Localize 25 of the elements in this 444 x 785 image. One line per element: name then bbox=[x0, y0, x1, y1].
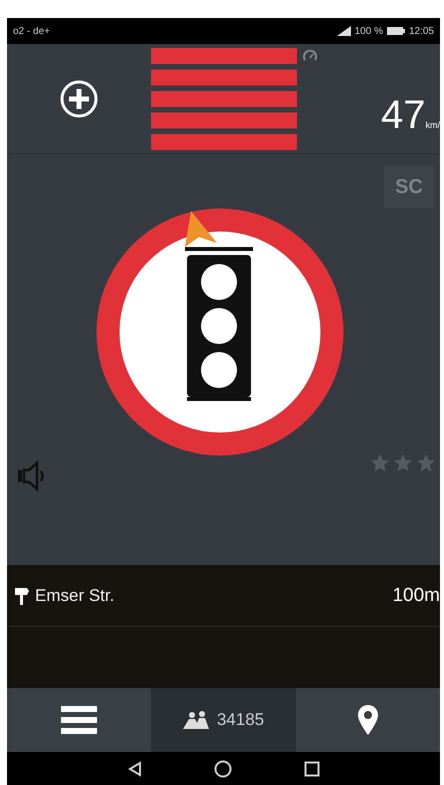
back-icon[interactable] bbox=[128, 760, 142, 776]
location-button[interactable] bbox=[296, 688, 440, 752]
signpost-icon bbox=[15, 586, 29, 604]
recents-icon[interactable] bbox=[304, 760, 320, 776]
clock-time: 12:05 bbox=[408, 26, 434, 36]
carrier-name: o2 - de+ bbox=[13, 26, 50, 36]
menu-icon bbox=[61, 706, 98, 734]
signal-icon bbox=[336, 26, 351, 36]
battery-percent: 100 % bbox=[354, 26, 383, 36]
speed-value: 47 bbox=[381, 93, 426, 138]
star-icon bbox=[393, 453, 413, 473]
star-icon bbox=[416, 453, 436, 473]
menu-button[interactable] bbox=[7, 688, 152, 752]
map-pin-icon bbox=[358, 705, 378, 735]
direction-arrow-icon bbox=[184, 211, 216, 247]
star-icon bbox=[370, 453, 390, 473]
street-name: Emser Str. bbox=[35, 586, 116, 606]
battery-icon bbox=[386, 27, 405, 35]
speed-unit: km/ bbox=[426, 120, 440, 130]
people-icon bbox=[182, 711, 209, 729]
add-icon[interactable] bbox=[58, 78, 99, 118]
home-icon[interactable] bbox=[214, 760, 232, 778]
gauge-icon bbox=[302, 50, 316, 62]
count-button[interactable]: 34185 bbox=[151, 688, 296, 752]
distance-label: 100m bbox=[392, 584, 440, 606]
